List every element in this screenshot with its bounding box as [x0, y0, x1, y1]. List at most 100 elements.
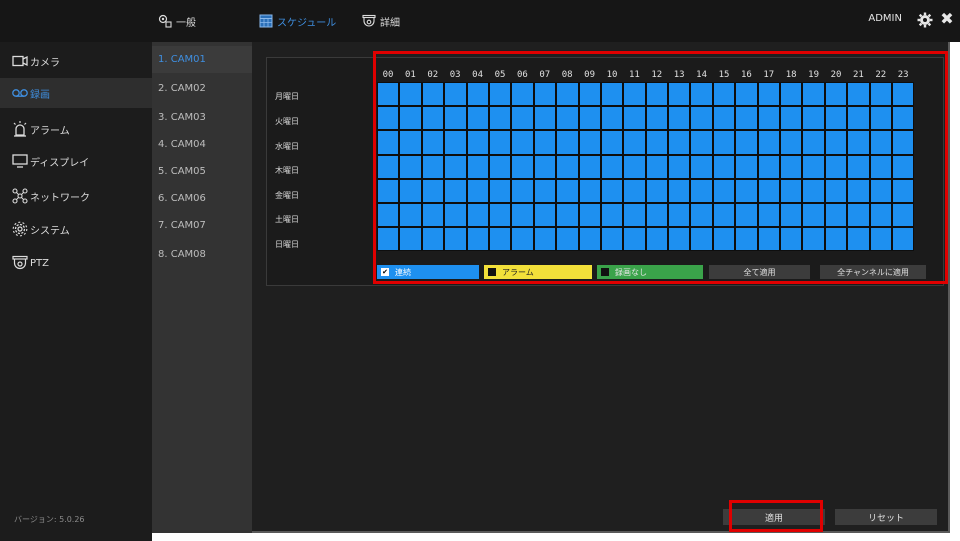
schedule-cell[interactable] — [891, 82, 915, 107]
schedule-cell[interactable] — [690, 178, 713, 203]
schedule-cell[interactable] — [556, 154, 579, 179]
schedule-cell[interactable] — [377, 154, 400, 179]
sidebar-item-display[interactable]: ディスプレイ — [0, 146, 152, 176]
schedule-cell[interactable] — [690, 202, 713, 228]
schedule-cell[interactable] — [421, 178, 445, 203]
sidebar-item-camera[interactable]: カメラ — [0, 46, 152, 76]
schedule-cell[interactable] — [377, 227, 400, 252]
schedule-cell[interactable] — [488, 227, 512, 252]
schedule-cell[interactable] — [757, 227, 781, 252]
schedule-cell[interactable] — [399, 130, 422, 155]
schedule-cell[interactable] — [645, 106, 669, 131]
schedule-cell[interactable] — [712, 227, 736, 252]
schedule-cell[interactable] — [690, 106, 713, 131]
schedule-cell[interactable] — [757, 106, 781, 131]
schedule-cell[interactable] — [735, 82, 758, 107]
schedule-cell[interactable] — [466, 154, 489, 179]
schedule-cell[interactable] — [780, 106, 803, 131]
schedule-cell[interactable] — [802, 227, 825, 252]
schedule-cell[interactable] — [824, 154, 848, 179]
schedule-cell[interactable] — [466, 202, 489, 228]
schedule-cell[interactable] — [780, 178, 803, 203]
schedule-cell[interactable] — [645, 154, 669, 179]
schedule-cell[interactable] — [847, 106, 870, 131]
tab-detail[interactable]: 詳細 — [362, 10, 400, 32]
schedule-cell[interactable] — [824, 227, 848, 252]
schedule-cell[interactable] — [511, 178, 534, 203]
schedule-cell[interactable] — [824, 106, 848, 131]
schedule-cell[interactable] — [891, 227, 915, 252]
schedule-cell[interactable] — [802, 202, 825, 228]
camera-list-item[interactable]: 7. CAM07 — [152, 212, 252, 239]
schedule-cell[interactable] — [556, 202, 579, 228]
legend-no-recording[interactable]: 録画なし — [597, 265, 703, 279]
schedule-cell[interactable] — [399, 82, 422, 107]
tab-schedule[interactable]: スケジュール — [259, 10, 336, 32]
schedule-cell[interactable] — [466, 227, 489, 252]
schedule-cell[interactable] — [511, 82, 534, 107]
camera-list-item[interactable]: 4. CAM04 — [152, 131, 252, 158]
schedule-cell[interactable] — [757, 202, 781, 228]
schedule-cell[interactable] — [668, 178, 691, 203]
schedule-cell[interactable] — [802, 106, 825, 131]
schedule-cell[interactable] — [847, 202, 870, 228]
schedule-cell[interactable] — [511, 154, 534, 179]
schedule-cell[interactable] — [578, 178, 601, 203]
schedule-cell[interactable] — [712, 178, 736, 203]
schedule-cell[interactable] — [780, 154, 803, 179]
schedule-cell[interactable] — [377, 202, 400, 228]
schedule-cell[interactable] — [421, 130, 445, 155]
apply-button[interactable]: 適用 — [723, 509, 825, 525]
schedule-cell[interactable] — [533, 106, 557, 131]
schedule-cell[interactable] — [802, 178, 825, 203]
schedule-cell[interactable] — [600, 106, 624, 131]
schedule-cell[interactable] — [735, 154, 758, 179]
schedule-cell[interactable] — [802, 154, 825, 179]
schedule-cell[interactable] — [645, 178, 669, 203]
schedule-cell[interactable] — [869, 106, 892, 131]
schedule-cell[interactable] — [869, 154, 892, 179]
schedule-cell[interactable] — [668, 154, 691, 179]
schedule-cell[interactable] — [891, 106, 915, 131]
sidebar-item-alarm[interactable]: アラーム — [0, 114, 152, 144]
schedule-cell[interactable] — [757, 178, 781, 203]
camera-list-item[interactable]: 6. CAM06 — [152, 185, 252, 212]
schedule-cell[interactable] — [869, 178, 892, 203]
schedule-cell[interactable] — [533, 82, 557, 107]
schedule-cell[interactable] — [556, 227, 579, 252]
schedule-cell[interactable] — [466, 130, 489, 155]
close-icon[interactable]: ✖ — [938, 9, 956, 28]
schedule-cell[interactable] — [735, 130, 758, 155]
camera-list-item[interactable]: 2. CAM02 — [152, 75, 252, 102]
schedule-cell[interactable] — [466, 106, 489, 131]
schedule-cell[interactable] — [824, 202, 848, 228]
schedule-cell[interactable] — [645, 82, 669, 107]
schedule-cell[interactable] — [847, 130, 870, 155]
schedule-cell[interactable] — [488, 178, 512, 203]
schedule-cell[interactable] — [645, 130, 669, 155]
sidebar-item-ptz[interactable]: PTZ — [0, 248, 152, 278]
schedule-cell[interactable] — [847, 178, 870, 203]
schedule-cell[interactable] — [623, 130, 646, 155]
schedule-cell[interactable] — [802, 130, 825, 155]
schedule-cell[interactable] — [421, 154, 445, 179]
schedule-cell[interactable] — [600, 178, 624, 203]
schedule-cell[interactable] — [399, 227, 422, 252]
schedule-cell[interactable] — [891, 130, 915, 155]
schedule-cell[interactable] — [421, 202, 445, 228]
schedule-cell[interactable] — [578, 202, 601, 228]
schedule-cell[interactable] — [533, 178, 557, 203]
schedule-cell[interactable] — [421, 106, 445, 131]
schedule-cell[interactable] — [690, 227, 713, 252]
schedule-cell[interactable] — [600, 82, 624, 107]
schedule-cell[interactable] — [444, 154, 467, 179]
schedule-cell[interactable] — [712, 154, 736, 179]
schedule-cell[interactable] — [668, 106, 691, 131]
schedule-cell[interactable] — [600, 154, 624, 179]
schedule-cell[interactable] — [488, 154, 512, 179]
schedule-cell[interactable] — [735, 202, 758, 228]
schedule-cell[interactable] — [712, 106, 736, 131]
schedule-cell[interactable] — [847, 154, 870, 179]
apply-all-button[interactable]: 全て適用 — [709, 265, 810, 279]
sidebar-item-system[interactable]: システム — [0, 214, 152, 244]
